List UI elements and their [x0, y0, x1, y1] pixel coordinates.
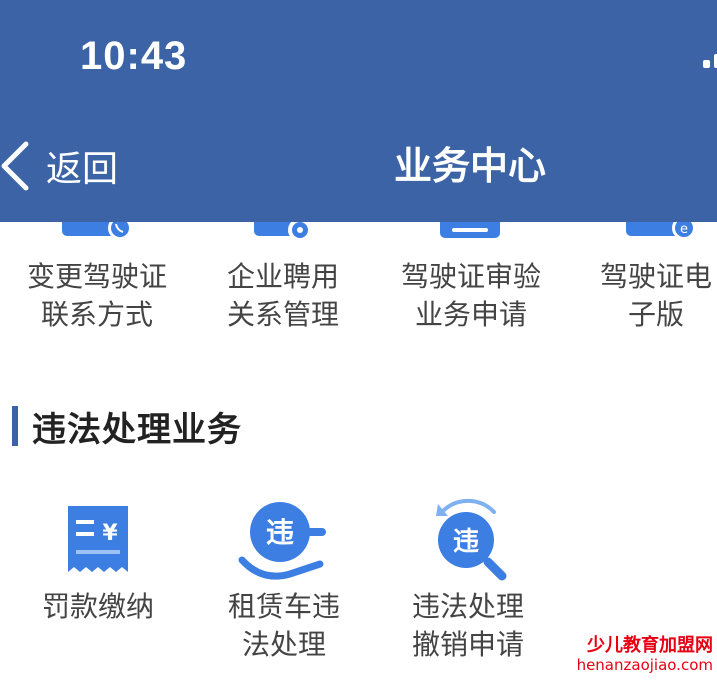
- back-button[interactable]: 返回: [0, 138, 118, 194]
- svg-text:违: 违: [453, 527, 479, 557]
- status-time: 10:43: [80, 34, 188, 78]
- watermark-url: henanzaojiao.com: [576, 656, 713, 674]
- svg-text:¥: ¥: [102, 521, 118, 546]
- fine-payment-label: 罚款缴纳: [41, 590, 154, 623]
- violation-revoke-label: 违法处理 撤销申请: [411, 590, 524, 661]
- watermark-title: 少儿教育加盟网: [587, 635, 713, 656]
- section-title: 违法处理业务: [32, 409, 242, 450]
- search-violation-icon: 违: [436, 498, 507, 581]
- enterprise-employment-button[interactable]: 企业聘用 关系管理: [208, 258, 358, 334]
- violation-revoke-button[interactable]: 违 违法处理 撤销申请: [388, 490, 548, 670]
- rental-violation-button[interactable]: 违 租赁车违 法处理: [204, 490, 364, 670]
- card-icon: [440, 222, 500, 238]
- e-card-icon: e: [626, 222, 696, 240]
- e-license-button[interactable]: 驾驶证电 子版: [586, 258, 717, 334]
- receipt-yuan-icon: ¥: [68, 506, 128, 572]
- section-header: 违法处理业务: [12, 404, 242, 450]
- watermark: 少儿教育加盟网 henanzaojiao.com: [576, 635, 713, 675]
- gear-card-icon: [254, 222, 312, 242]
- svg-text:e: e: [680, 222, 688, 237]
- back-label: 返回: [46, 149, 119, 190]
- svg-text:违: 违: [266, 516, 294, 549]
- change-license-contact-button[interactable]: 变更驾驶证 联系方式: [12, 258, 182, 334]
- page-title: 业务中心: [393, 144, 546, 188]
- section-accent-bar: [12, 406, 18, 446]
- phone-card-icon: [62, 222, 132, 240]
- top-navigation-bar: 10:43 返回 业务中心: [0, 0, 717, 222]
- fine-payment-button[interactable]: ¥ 罚款缴纳: [18, 490, 178, 650]
- license-review-button[interactable]: 驾驶证审验 业务申请: [386, 258, 556, 334]
- signal-icon: [703, 54, 717, 68]
- hand-violation-icon: 违: [238, 502, 326, 580]
- chevron-left-icon: [1, 141, 29, 191]
- rental-violation-label: 租赁车违 法处理: [227, 590, 340, 661]
